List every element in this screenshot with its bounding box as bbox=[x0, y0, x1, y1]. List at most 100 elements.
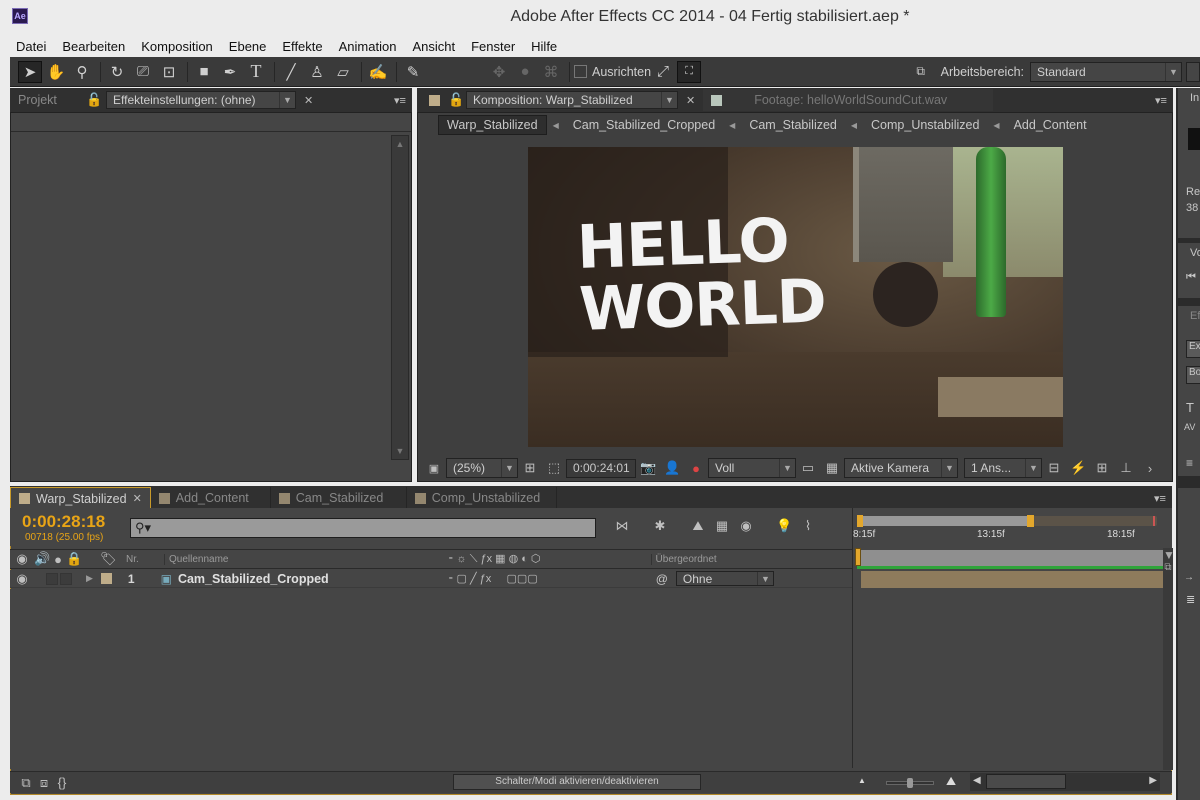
column-parent[interactable]: Übergeordnet bbox=[650, 553, 781, 565]
eraser-tool-icon[interactable]: ▱ bbox=[331, 61, 355, 83]
column-source-name[interactable]: Quellenname bbox=[164, 553, 444, 565]
video-visibility-icon[interactable]: ◉ bbox=[14, 571, 30, 587]
navigator-range[interactable] bbox=[857, 516, 1029, 526]
region-of-interest-icon[interactable]: ▭ bbox=[800, 460, 816, 476]
close-icon[interactable]: ✕ bbox=[133, 492, 142, 505]
comp-viewer[interactable]: HELLO WORLD bbox=[528, 147, 1063, 447]
timeline-v-scrollbar[interactable]: ▼ ⧉ bbox=[1163, 548, 1175, 770]
expand-arrow-icon[interactable]: ▶ bbox=[86, 573, 93, 584]
menu-fenster[interactable]: Fenster bbox=[471, 39, 515, 54]
camera-tool-icon[interactable]: ⎚ bbox=[131, 61, 155, 83]
toggle-switches-modes-button[interactable]: Schalter/Modi aktivieren/deaktivieren bbox=[453, 774, 701, 790]
menu-hilfe[interactable]: Hilfe bbox=[531, 39, 557, 54]
view-layout-dropdown[interactable]: 1 Ans... ▼ bbox=[964, 458, 1042, 478]
rotation-tool-icon[interactable]: ↻ bbox=[105, 61, 129, 83]
menu-ansicht[interactable]: Ansicht bbox=[412, 39, 455, 54]
layer-row[interactable]: ◉ ▶ 1 ▣ Cam_Stabilized_Cropped ⁃ ▢ ╱ ƒx … bbox=[10, 570, 855, 588]
current-time-display[interactable]: 0:00:28:18 bbox=[22, 512, 105, 532]
resolution-dropdown[interactable]: Voll ▼ bbox=[708, 458, 796, 478]
close-icon[interactable]: ✕ bbox=[686, 94, 695, 107]
menu-ebene[interactable]: Ebene bbox=[229, 39, 267, 54]
breadcrumb-item[interactable]: Add_Content bbox=[1006, 116, 1095, 134]
parent-dropdown[interactable]: Ohne ▼ bbox=[675, 571, 774, 586]
workspace-icon[interactable]: ⧉ bbox=[909, 61, 933, 83]
audio-box[interactable] bbox=[46, 572, 58, 585]
comp-button-icon[interactable]: ⧉ bbox=[1163, 562, 1173, 573]
menu-bearbeiten[interactable]: Bearbeiten bbox=[62, 39, 125, 54]
panel-menu-icon[interactable]: ▾≡ bbox=[1152, 492, 1168, 505]
current-time-field[interactable]: 0:00:24:01 bbox=[566, 458, 636, 478]
roto-brush-tool-icon[interactable]: ✍ bbox=[366, 61, 390, 83]
clone-stamp-tool-icon[interactable]: ♙ bbox=[305, 61, 329, 83]
breadcrumb-item[interactable]: Warp_Stabilized bbox=[438, 115, 547, 135]
expand-in-out-icon[interactable]: {} bbox=[54, 775, 70, 790]
hide-shy-layers-icon[interactable]: ⛰ bbox=[690, 518, 706, 534]
hand-tool-icon[interactable]: ✋ bbox=[44, 61, 68, 83]
scroll-right-icon[interactable]: ▶ bbox=[1149, 775, 1157, 786]
effects-field[interactable]: Bo bbox=[1186, 366, 1200, 384]
horizontal-scrollbar[interactable]: ◀ ▶ bbox=[970, 773, 1160, 791]
menu-komposition[interactable]: Komposition bbox=[141, 39, 213, 54]
layer-switches[interactable]: ⁃ ▢ ╱ ƒx ▢▢▢ bbox=[448, 572, 538, 585]
composition-mini-flowchart-icon[interactable]: ⋈ bbox=[614, 518, 630, 534]
menu-datei[interactable]: Datei bbox=[16, 39, 46, 54]
audio-toggle-icon[interactable]: 🔊 bbox=[34, 551, 50, 567]
layer-duration-bar[interactable] bbox=[861, 571, 1163, 588]
layer-label-swatch[interactable] bbox=[100, 573, 112, 584]
composition-tab[interactable]: Komposition: Warp_Stabilized ▼ bbox=[466, 91, 678, 109]
current-time-indicator[interactable] bbox=[855, 548, 861, 566]
pan-behind-tool-icon[interactable]: ⊡ bbox=[157, 61, 181, 83]
timeline-search-input[interactable]: ⚲▾ bbox=[130, 518, 596, 538]
column-nr[interactable]: Nr. bbox=[126, 554, 156, 565]
scroll-left-icon[interactable]: ◀ bbox=[973, 775, 981, 786]
puppet-pin-tool-icon[interactable]: ✎ bbox=[401, 61, 425, 83]
breadcrumb-item[interactable]: Cam_Stabilized_Cropped bbox=[565, 116, 723, 134]
tab-projekt[interactable]: Projekt bbox=[10, 89, 82, 111]
frame-blending-icon[interactable]: ▦ bbox=[714, 518, 730, 534]
timeline-tab-add-content[interactable]: Add_Content bbox=[151, 487, 271, 509]
draft-3d-icon[interactable]: ✱ bbox=[652, 518, 668, 534]
snap-checkbox[interactable] bbox=[574, 65, 587, 78]
title-action-safe-icon[interactable]: ⊞ bbox=[522, 460, 538, 476]
channel-rgb-icon[interactable]: ● bbox=[688, 461, 704, 476]
scroll-up-icon[interactable]: ▲ bbox=[392, 139, 408, 149]
camera-view-dropdown[interactable]: Aktive Kamera ▼ bbox=[844, 458, 958, 478]
type-tool-icon[interactable]: T bbox=[244, 61, 268, 83]
effect-controls-tab[interactable]: Effekteinstellungen: (ohne) ▼ bbox=[106, 91, 296, 109]
zoom-slider[interactable] bbox=[886, 778, 934, 788]
workspace-extra-button[interactable] bbox=[1186, 61, 1200, 82]
expand-transfer-controls-icon[interactable]: ⧈ bbox=[36, 775, 52, 791]
footage-tab[interactable]: Footage: helloWorldSoundCut.wav bbox=[703, 89, 994, 111]
menu-animation[interactable]: Animation bbox=[339, 39, 397, 54]
close-icon[interactable]: ✕ bbox=[304, 94, 313, 107]
solo-box[interactable] bbox=[60, 572, 72, 585]
graph-editor-icon[interactable]: ⌇ bbox=[800, 518, 816, 534]
brush-tool-icon[interactable]: ╱ bbox=[279, 61, 303, 83]
vertical-scrollbar[interactable]: ▲ ▼ bbox=[391, 135, 409, 460]
timeline-tab-warp-stabilized[interactable]: Warp_Stabilized ✕ bbox=[10, 487, 151, 509]
toggle-pixel-aspect-icon[interactable]: ⊟ bbox=[1046, 460, 1062, 476]
snap-options-icon[interactable]: ⤢ bbox=[651, 61, 675, 83]
first-frame-icon[interactable]: ⏮ bbox=[1186, 271, 1196, 284]
pan-zoom-icon[interactable]: ⛶ bbox=[677, 60, 702, 83]
selection-tool-icon[interactable]: ➤ bbox=[18, 60, 42, 83]
magnification-dropdown[interactable]: (25%) ▼ bbox=[446, 458, 518, 478]
pickwhip-icon[interactable]: @ bbox=[656, 572, 668, 586]
zoom-slider-thumb[interactable] bbox=[907, 778, 913, 788]
breadcrumb-item[interactable]: Comp_Unstabilized bbox=[863, 116, 987, 134]
solo-icon[interactable]: ● bbox=[50, 552, 66, 567]
scroll-thumb[interactable] bbox=[986, 774, 1066, 789]
zoom-out-icon[interactable]: ▲ bbox=[858, 776, 866, 785]
comp-marker-icon[interactable]: ▼ bbox=[1163, 548, 1175, 562]
menu-effekte[interactable]: Effekte bbox=[282, 39, 322, 54]
rectangle-tool-icon[interactable]: ■ bbox=[192, 61, 216, 83]
video-toggle-icon[interactable]: ◉ bbox=[14, 551, 30, 567]
pen-tool-icon[interactable]: ✒ bbox=[218, 61, 242, 83]
effects-field[interactable]: Ex bbox=[1186, 340, 1200, 358]
lock-icon[interactable]: 🔓 bbox=[448, 92, 464, 108]
timeline-tab-comp-unstabilized[interactable]: Comp_Unstabilized bbox=[407, 487, 557, 509]
timeline-icon[interactable]: ⊞ bbox=[1094, 460, 1110, 476]
zoom-in-icon[interactable]: ⛰ bbox=[946, 774, 956, 789]
expand-icon[interactable]: › bbox=[1142, 461, 1158, 476]
fast-previews-icon[interactable]: ⚡ bbox=[1070, 460, 1086, 476]
